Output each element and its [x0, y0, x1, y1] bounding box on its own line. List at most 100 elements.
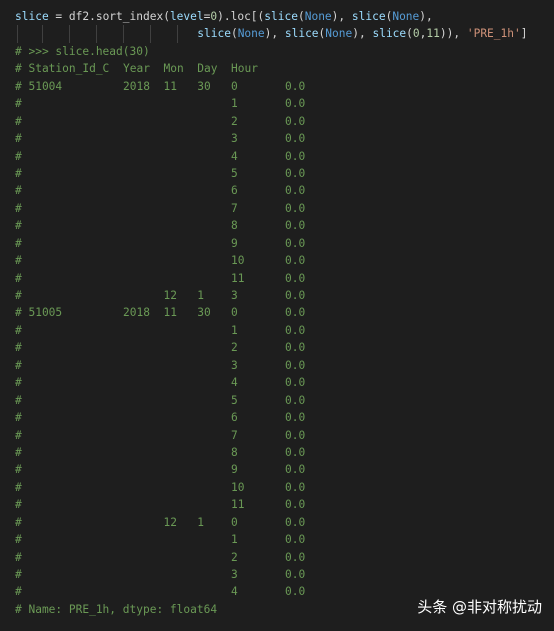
table-row: #12 1 3 0.0 [15, 287, 554, 304]
table-row: #7 0.0 [15, 427, 554, 444]
code-token: None [304, 10, 332, 23]
cell-value: 0.0 [285, 411, 306, 425]
cell-year: 2018 [123, 306, 150, 320]
table-row: #2 0.0 [15, 339, 554, 356]
indent-guide [150, 25, 151, 43]
code-line-1: slice = df2.sort_index(level=0).loc[(sli… [15, 8, 554, 25]
cell-station: # [15, 289, 22, 302]
code-token: None [325, 27, 353, 41]
cell-station: # [15, 480, 22, 494]
cell-value: 0.0 [285, 428, 306, 442]
cell-hour: 3 [231, 289, 238, 302]
cell-hour: 9 [231, 236, 238, 250]
cell-hour: 0 [231, 79, 238, 93]
code-token: slice [15, 10, 49, 23]
cell-value: 0.0 [285, 568, 306, 581]
cell-hour: 2 [231, 550, 238, 564]
cell-value: 0.0 [285, 463, 306, 477]
code-token: ( [230, 27, 238, 41]
cell-station: # [15, 341, 22, 355]
table-row: #1 0.0 [15, 531, 554, 548]
cell-hour: 3 [231, 132, 238, 146]
cell-value: 0.0 [285, 289, 306, 302]
table-row: #11 0.0 [15, 270, 554, 287]
cell-hour: 4 [231, 376, 238, 390]
cell-hour: 8 [231, 445, 238, 459]
cell-value: 0.0 [285, 341, 306, 355]
cell-value: 0.0 [285, 585, 306, 599]
header-2: Mon [163, 62, 184, 76]
continuation-code: slice(None), slice(None), slice(0,11)), … [197, 25, 527, 42]
cell-value: 0.0 [285, 79, 306, 93]
cell-value: 0.0 [285, 201, 306, 215]
code-token: = df2.sort_index( [48, 10, 170, 23]
cell-hour: 1 [231, 323, 238, 337]
cell-station: # [15, 254, 22, 268]
cell-mon: 11 [163, 306, 177, 320]
code-token: slice [264, 10, 298, 23]
table-row: #3 0.0 [15, 566, 554, 583]
code-token: slice [284, 27, 319, 41]
code-token: 11 [426, 27, 440, 41]
cell-value: 0.0 [285, 358, 306, 372]
code-token: )), [439, 27, 467, 41]
table-row: #7 0.0 [15, 200, 554, 217]
cell-hour: 8 [231, 219, 238, 233]
cell-value: 0.0 [285, 114, 306, 128]
cell-station: # 51004 [15, 79, 63, 93]
cell-station: # [15, 376, 22, 390]
cell-value: 0.0 [285, 306, 306, 320]
cell-hour: 11 [231, 271, 245, 285]
cell-value: 0.0 [285, 166, 306, 180]
cell-day: 30 [197, 79, 211, 93]
code-token: slice [351, 10, 386, 23]
code-token: ), [331, 10, 352, 23]
cell-station: # [15, 463, 22, 477]
cell-value: 0.0 [285, 184, 306, 198]
table-row: #4 0.0 [15, 148, 554, 165]
code-token: ] [520, 27, 528, 41]
cell-value: 0.0 [285, 219, 306, 233]
table-row: #9 0.0 [15, 461, 554, 478]
watermark: 头条 @非对称扰动 [417, 598, 542, 616]
cell-station: # [15, 323, 22, 337]
cell-hour: 0 [231, 306, 238, 320]
table-row: #11 0.0 [15, 496, 554, 513]
cell-value: 0.0 [285, 149, 306, 163]
cell-value: 0.0 [285, 445, 306, 459]
code-token: 0 [412, 27, 420, 41]
code-token: slice [372, 27, 407, 41]
cell-value: 0.0 [285, 254, 306, 268]
cell-value: 0.0 [285, 132, 306, 146]
cell-day: 30 [197, 306, 211, 320]
header-3: Day [197, 62, 218, 76]
indent-guide [123, 25, 124, 43]
cell-hour: 1 [231, 97, 238, 111]
cell-year: 2018 [123, 79, 150, 93]
table-row: #10 0.0 [15, 252, 554, 269]
table-row: #6 0.0 [15, 182, 554, 199]
cell-value: 0.0 [285, 498, 306, 512]
cell-station: # [15, 149, 22, 163]
table-row: #10 0.0 [15, 479, 554, 496]
cell-station: # [15, 358, 22, 372]
table-row: #3 0.0 [15, 130, 554, 147]
indent-guide [177, 25, 178, 43]
cell-hour: 7 [231, 201, 238, 215]
cell-hour: 1 [231, 533, 238, 547]
cell-hour: 4 [231, 585, 238, 599]
code-token: None [392, 10, 420, 23]
code-editor[interactable]: slice = df2.sort_index(level=0).loc[(sli… [15, 8, 554, 618]
cell-station: # [15, 184, 22, 198]
table-row: #4 0.0 [15, 374, 554, 391]
cell-mon: 11 [163, 79, 177, 93]
cell-station: # [15, 498, 22, 512]
table-row: #6 0.0 [15, 409, 554, 426]
cell-hour: 2 [231, 341, 238, 355]
cell-value: 0.0 [285, 376, 306, 390]
cell-hour: 10 [231, 254, 245, 268]
cell-hour: 4 [231, 149, 238, 163]
cell-day: 1 [197, 515, 204, 529]
table-row: #9 0.0 [15, 235, 554, 252]
cell-station: # [15, 271, 22, 285]
